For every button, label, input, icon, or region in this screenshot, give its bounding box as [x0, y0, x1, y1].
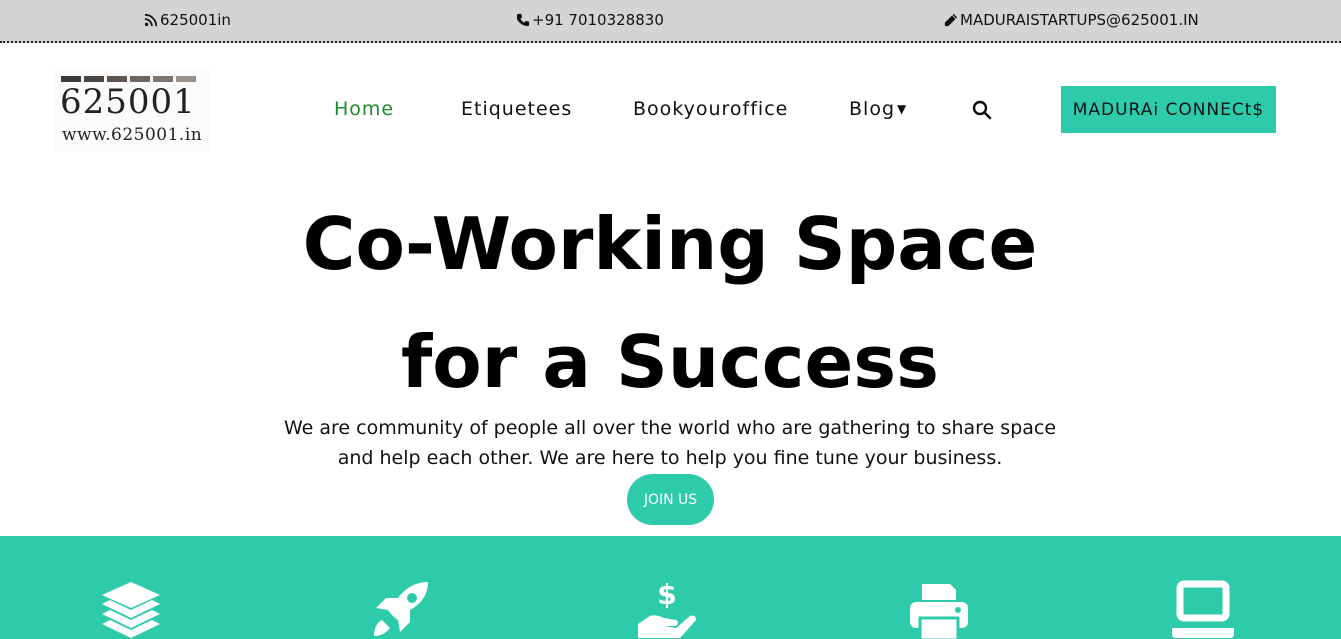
hero-title-line-2: for a Success — [400, 320, 940, 404]
rocket-icon — [374, 582, 428, 636]
nav-item-blog-label: Blog — [849, 98, 895, 120]
search-icon[interactable] — [972, 100, 992, 120]
hero-description-line-1: We are community of people all over the … — [283, 417, 1057, 439]
features-band: $ — [0, 536, 1341, 639]
nav-item-bookyouroffice[interactable]: Bookyouroffice — [633, 98, 788, 120]
nav-item-etiquetees[interactable]: Etiquetees — [461, 98, 572, 120]
layers-icon — [102, 582, 160, 638]
top-bar: 625001in +91 7010328830 MADURAISTARTUPS@… — [0, 0, 1341, 43]
email-text: MADURAISTARTUPS@625001.IN — [960, 11, 1199, 29]
email-link[interactable]: MADURAISTARTUPS@625001.IN — [944, 11, 1199, 29]
rss-icon — [144, 13, 158, 27]
phone-icon — [516, 13, 530, 27]
website-text: 625001in — [160, 11, 231, 29]
nav-item-home[interactable]: Home — [334, 98, 394, 120]
phone-text: +91 7010328830 — [532, 11, 664, 29]
logo-number: 625001 — [60, 82, 196, 122]
hand-dollar-icon: $ — [638, 580, 696, 638]
phone-link[interactable]: +91 7010328830 — [516, 11, 664, 29]
svg-text:$: $ — [657, 580, 676, 611]
madurai-connect-button[interactable]: MADURAi CONNECt$ — [1061, 86, 1276, 133]
hero-description: We are community of people all over the … — [220, 413, 1120, 473]
pencil-icon — [944, 13, 958, 27]
site-logo[interactable]: 625001 www.625001.in — [54, 68, 210, 152]
hero-description-line-2: and help each other. We are here to help… — [337, 447, 1003, 469]
website-link[interactable]: 625001in — [144, 11, 231, 29]
join-us-button[interactable]: JOIN US — [627, 474, 714, 525]
hero-title-line-1: Co-Working Space — [302, 202, 1038, 286]
nav-item-blog[interactable]: Blog ▼ — [849, 98, 907, 120]
caret-down-icon: ▼ — [897, 102, 908, 116]
logo-url: www.625001.in — [62, 125, 203, 145]
hero-title: Co-Working Space for a Success — [120, 185, 1220, 421]
printer-icon — [910, 584, 968, 639]
laptop-icon — [1172, 580, 1234, 638]
